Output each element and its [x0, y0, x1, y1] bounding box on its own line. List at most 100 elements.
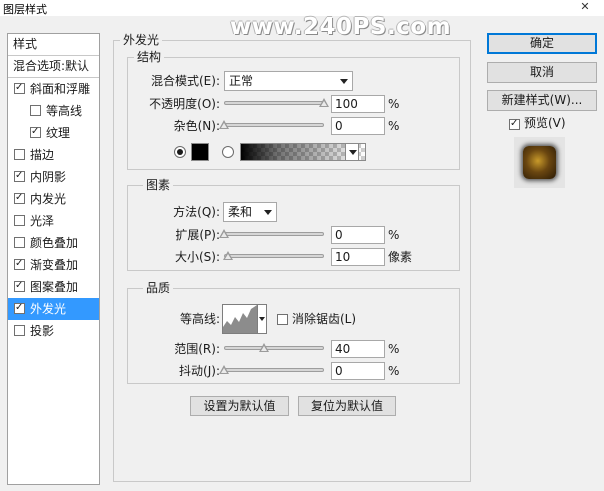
range-input[interactable]: 40 [331, 340, 385, 358]
sidebar-item[interactable]: 投影 [8, 320, 99, 342]
size-slider-thumb[interactable] [223, 251, 233, 260]
sidebar-item-checkbox[interactable] [14, 237, 25, 248]
technique-value: 柔和 [228, 205, 253, 219]
blending-options-item[interactable]: 混合选项:默认 [8, 56, 99, 78]
sidebar-item-label: 描边 [30, 148, 55, 162]
spread-slider[interactable] [224, 232, 324, 236]
elements-legend: 图素 [143, 178, 174, 192]
new-style-button[interactable]: 新建样式(W)... [487, 90, 597, 111]
structure-legend: 结构 [134, 50, 165, 64]
panel-title: 外发光 [120, 33, 163, 47]
sidebar-item-checkbox[interactable] [14, 215, 25, 226]
technique-label: 方法(Q): [173, 205, 220, 219]
sidebar-item-checkbox[interactable] [14, 279, 25, 292]
blend-mode-select[interactable]: 正常 [224, 71, 353, 91]
sidebar-item[interactable]: 内发光 [8, 188, 99, 210]
contour-picker[interactable] [222, 304, 258, 334]
jitter-label: 抖动(J): [179, 364, 220, 378]
sidebar-item-label: 投影 [30, 324, 55, 338]
range-slider[interactable] [224, 346, 324, 350]
range-slider-thumb[interactable] [259, 343, 269, 352]
contour-label: 等高线: [179, 312, 220, 326]
spread-label: 扩展(P): [175, 228, 220, 242]
preview-label: 预览(V) [524, 116, 566, 130]
anti-aliased-label: 消除锯齿(L) [292, 312, 357, 326]
sidebar-item[interactable]: 描边 [8, 144, 99, 166]
sidebar-item[interactable]: 纹理 [8, 122, 99, 144]
sidebar-item-checkbox[interactable] [14, 149, 25, 160]
blend-mode-value: 正常 [229, 74, 254, 88]
noise-slider-thumb[interactable] [219, 120, 229, 129]
contour-curve-icon [223, 305, 257, 333]
solid-color-radio[interactable] [174, 146, 186, 158]
opacity-slider-thumb[interactable] [319, 98, 329, 107]
sidebar-item-label: 纹理 [46, 126, 71, 140]
opacity-unit: % [388, 97, 400, 111]
blend-mode-label: 混合模式(E): [151, 74, 220, 88]
sidebar-item[interactable]: 光泽 [8, 210, 99, 232]
styles-header[interactable]: 样式 [8, 34, 99, 56]
make-default-button[interactable]: 设置为默认值 [190, 396, 289, 416]
noise-slider[interactable] [224, 123, 324, 127]
sidebar-item[interactable]: 渐变叠加 [8, 254, 99, 276]
jitter-slider-thumb[interactable] [219, 365, 229, 374]
quality-legend: 品质 [143, 281, 174, 295]
range-unit: % [388, 342, 400, 356]
sidebar-item[interactable]: 斜面和浮雕 [8, 78, 99, 100]
sidebar-item-label: 光泽 [30, 214, 55, 228]
technique-select[interactable]: 柔和 [223, 202, 277, 222]
size-slider[interactable] [224, 254, 324, 258]
window-title: 图层样式 [3, 3, 47, 16]
size-unit: 像素 [388, 250, 413, 264]
gradient-dropdown-arrow[interactable] [345, 143, 359, 161]
sidebar-item-label: 斜面和浮雕 [30, 82, 91, 96]
chevron-down-icon [340, 79, 348, 84]
noise-unit: % [388, 119, 400, 133]
range-label: 范围(R): [174, 342, 220, 356]
glow-color-swatch[interactable] [191, 143, 209, 161]
sidebar-item-label: 等高线 [46, 104, 83, 118]
anti-aliased-checkbox[interactable] [277, 314, 288, 325]
sidebar-item[interactable]: 内阴影 [8, 166, 99, 188]
sidebar-item[interactable]: 颜色叠加 [8, 232, 99, 254]
spread-input[interactable]: 0 [331, 226, 385, 244]
size-input[interactable]: 10 [331, 248, 385, 266]
noise-input[interactable]: 0 [331, 117, 385, 135]
noise-label: 杂色(N): [173, 119, 220, 133]
sidebar-item-checkbox[interactable] [14, 81, 25, 94]
chevron-down-icon [264, 210, 272, 215]
sidebar-item-checkbox[interactable] [14, 301, 25, 314]
opacity-label: 不透明度(O): [149, 97, 220, 111]
jitter-input[interactable]: 0 [331, 362, 385, 380]
sidebar-item[interactable]: 图案叠加 [8, 276, 99, 298]
preview-checkbox[interactable] [509, 117, 520, 130]
style-list: 样式 混合选项:默认 斜面和浮雕等高线纹理描边内阴影内发光光泽颜色叠加渐变叠加图… [7, 33, 100, 485]
gradient-radio[interactable] [222, 146, 234, 158]
sidebar-item-checkbox[interactable] [14, 191, 25, 204]
sidebar-item-checkbox[interactable] [14, 325, 25, 336]
sidebar-item-label: 图案叠加 [30, 280, 79, 294]
sidebar-item-label: 颜色叠加 [30, 236, 79, 250]
spread-slider-thumb[interactable] [219, 229, 229, 238]
watermark: www.240PS.com [230, 14, 452, 40]
sidebar-item-checkbox[interactable] [30, 125, 41, 138]
reset-default-button[interactable]: 复位为默认值 [298, 396, 396, 416]
preview-swatch [523, 146, 556, 179]
cancel-button[interactable]: 取消 [487, 62, 597, 83]
contour-dropdown-arrow[interactable] [258, 304, 267, 334]
jitter-slider[interactable] [224, 368, 324, 372]
close-button[interactable]: ✕ [572, 0, 598, 14]
opacity-input[interactable]: 100 [331, 95, 385, 113]
sidebar-item-checkbox[interactable] [30, 105, 41, 116]
sidebar-item[interactable]: 外发光 [8, 298, 99, 320]
sidebar-item-checkbox[interactable] [14, 257, 25, 270]
spread-unit: % [388, 228, 400, 242]
opacity-slider[interactable] [224, 101, 324, 105]
ok-button[interactable]: 确定 [487, 33, 597, 54]
sidebar-item-checkbox[interactable] [14, 169, 25, 182]
style-preview-thumbnail [514, 137, 565, 188]
sidebar-item[interactable]: 等高线 [8, 100, 99, 122]
size-label: 大小(S): [174, 250, 220, 264]
jitter-unit: % [388, 364, 400, 378]
sidebar-item-label: 内发光 [30, 192, 67, 206]
